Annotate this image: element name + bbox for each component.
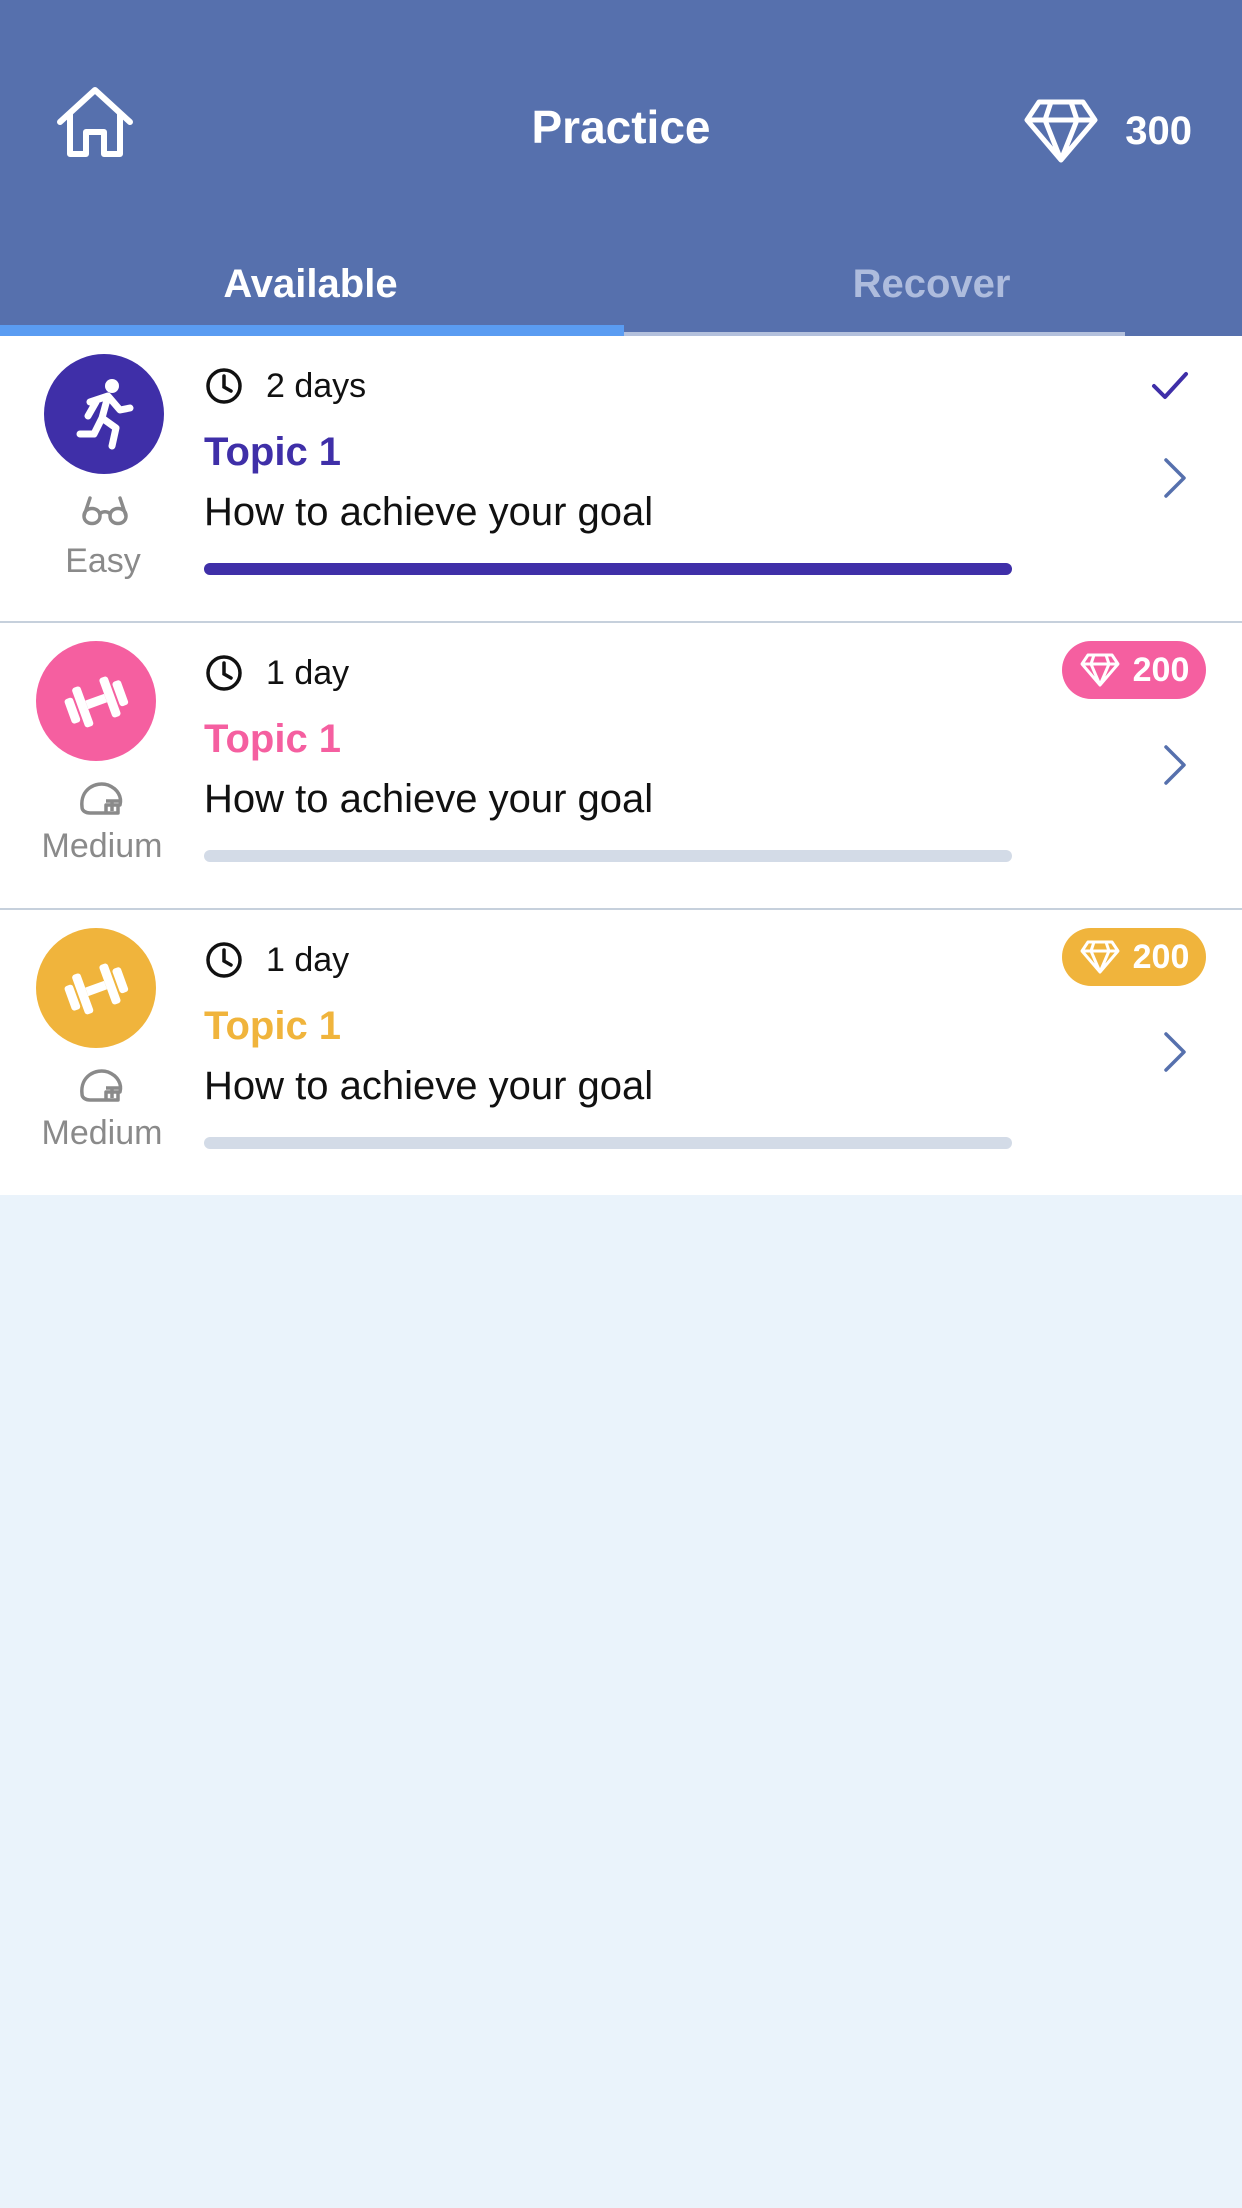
time-text: 1 day <box>266 940 350 979</box>
app-header: Practice 300 Available Recover <box>0 0 1242 336</box>
diamond-icon <box>1080 940 1120 974</box>
gem-balance[interactable]: 300 <box>1023 98 1192 164</box>
reward-amount: 200 <box>1132 650 1190 689</box>
progress-bar <box>204 1137 1012 1149</box>
time-remaining: 2 days <box>204 366 366 406</box>
difficulty-label: Medium <box>41 827 163 865</box>
chevron-right-icon[interactable] <box>1160 1030 1190 1074</box>
topic-title: Topic 1 <box>204 430 342 474</box>
topic-description: How to achieve your goal <box>204 490 654 534</box>
helmet-icon <box>80 1069 123 1102</box>
helmet-icon <box>80 782 123 815</box>
chevron-right-icon[interactable] <box>1160 743 1190 787</box>
clock-icon <box>206 368 242 404</box>
time-text: 2 days <box>266 366 367 405</box>
progress-fill <box>204 563 1012 575</box>
clock-icon <box>206 942 242 978</box>
chevron-right-icon[interactable] <box>1160 456 1190 500</box>
topic-title: Topic 1 <box>204 1004 342 1048</box>
reward-badge: 200 <box>1062 641 1206 699</box>
reward-amount: 200 <box>1132 937 1190 976</box>
dumbbell-icon <box>36 641 156 761</box>
topic-title: Topic 1 <box>204 717 342 761</box>
progress-bar <box>204 850 1012 862</box>
glasses-icon <box>82 496 128 526</box>
time-text: 1 day <box>266 653 350 692</box>
time-remaining: 1 day <box>204 940 349 980</box>
clock-icon <box>206 655 242 691</box>
checkmark-icon <box>1152 372 1188 399</box>
practice-list: Easy 2 days Topic 1 How to achieve your … <box>0 336 1242 1195</box>
diamond-icon <box>1024 99 1098 163</box>
running-person-icon <box>44 354 164 474</box>
reward-badge: 200 <box>1062 928 1206 986</box>
topic-description: How to achieve your goal <box>204 1064 654 1108</box>
list-item[interactable]: Easy 2 days Topic 1 How to achieve your … <box>0 336 1242 623</box>
progress-bar <box>204 563 1012 575</box>
difficulty-label: Easy <box>65 542 141 580</box>
tab-available[interactable]: Available <box>0 262 621 307</box>
list-item[interactable]: Medium 1 day Topic 1 How to achieve your… <box>0 623 1242 910</box>
list-item[interactable]: Medium 1 day Topic 1 How to achieve your… <box>0 910 1242 1195</box>
dumbbell-icon <box>36 928 156 1048</box>
tab-recover[interactable]: Recover <box>621 262 1242 307</box>
gem-count: 300 <box>1125 108 1192 153</box>
diamond-icon <box>1080 653 1120 687</box>
difficulty-label: Medium <box>41 1114 163 1152</box>
active-tab-indicator <box>0 325 624 336</box>
time-remaining: 1 day <box>204 653 349 693</box>
topic-description: How to achieve your goal <box>204 777 654 821</box>
